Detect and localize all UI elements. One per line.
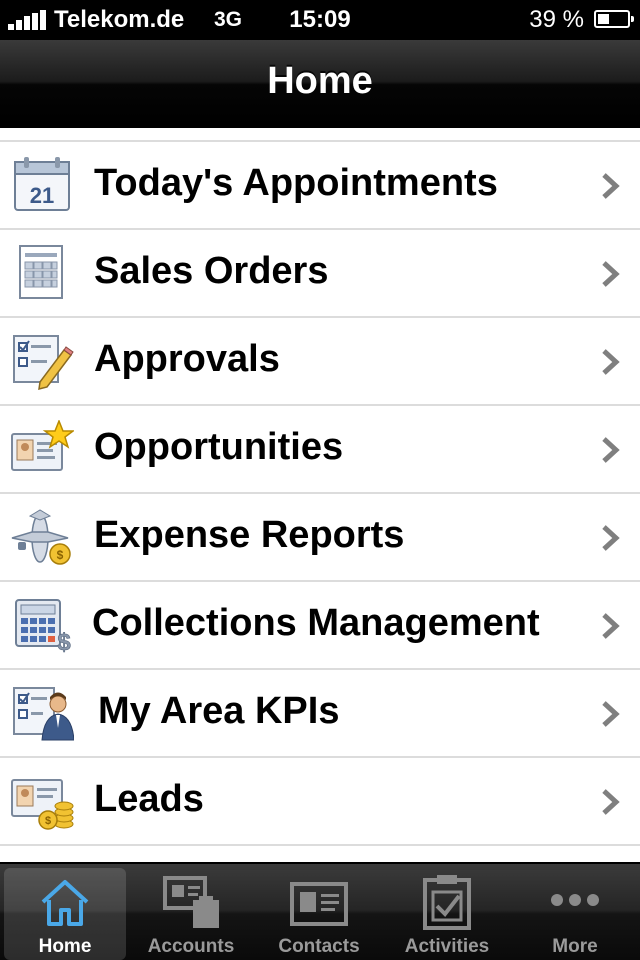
list-item-approvals[interactable]: Approvals [0,318,640,406]
tab-label: Activities [404,936,490,957]
calendar-day-text: 21 [30,183,54,208]
tab-bar: Home Accounts Contacts Activities More [0,862,640,960]
airplane-coin-icon: $ [11,509,71,565]
page-title: Home [267,60,373,102]
list-item-label: Today's Appointments [94,162,498,204]
calculator-dollar-icon: $ [15,599,72,654]
list-item-label: Approvals [94,338,280,380]
tab-label: Home [38,936,92,957]
chevron-right-icon [602,789,620,815]
svg-text:$: $ [57,548,64,562]
tab-contacts[interactable]: Contacts [258,868,380,960]
chevron-right-icon [602,437,620,463]
chevron-right-icon [602,525,620,551]
list-item-label: Sales Orders [94,250,329,292]
list-item-label: Expense Reports [94,514,405,556]
list-item-collections-management[interactable]: $ Collections Management [0,582,640,670]
chevron-right-icon [602,349,620,375]
battery-icon [594,10,634,28]
battery-percentage: 39 % [529,6,584,33]
calendar-icon: 21 [14,157,70,211]
status-bar: Telekom.de 3G 15:09 39 % [0,0,640,40]
home-icon [41,880,89,926]
contact-card-star-icon [11,420,74,471]
tab-label: Contacts [278,936,360,957]
contacts-card-icon [290,882,348,926]
home-menu-list: 21 Today's Appointments Sales Orders App… [0,128,640,864]
chevron-right-icon [602,613,620,639]
chevron-right-icon [602,701,620,727]
svg-text:$: $ [45,815,51,827]
tab-more[interactable]: More [514,868,636,960]
list-item-todays-appointments[interactable]: 21 Today's Appointments [0,142,640,230]
list-item-opportunities[interactable]: Opportunities [0,406,640,494]
contact-card-coins-icon: $ [11,779,74,830]
chevron-right-icon [602,261,620,287]
list-item-expense-reports[interactable]: $ Expense Reports [0,494,640,582]
sales-order-form-icon [19,245,63,299]
accounts-icon [163,876,219,928]
list-item-label: Opportunities [94,426,344,468]
chevron-right-icon [602,173,620,199]
tab-label: More [552,936,598,957]
tab-home[interactable]: Home [4,868,126,960]
clipboard-check-icon [423,875,471,930]
list-item-sales-orders[interactable]: Sales Orders [0,230,640,318]
tab-accounts[interactable]: Accounts [130,868,252,960]
tab-activities[interactable]: Activities [386,868,508,960]
svg-text:$: $ [57,629,71,654]
tab-label: Accounts [147,936,235,957]
list-item-leads[interactable]: $ Leads [0,758,640,846]
checklist-pencil-icon [13,335,74,390]
checklist-person-icon [13,687,74,741]
list-item-label: My Area KPIs [98,690,340,732]
more-dots-icon [551,894,599,906]
list-item-label: Collections Management [92,602,540,644]
list-item-label: Leads [94,778,204,820]
navigation-bar: Home [0,40,640,128]
list-item-my-area-kpis[interactable]: My Area KPIs [0,670,640,758]
